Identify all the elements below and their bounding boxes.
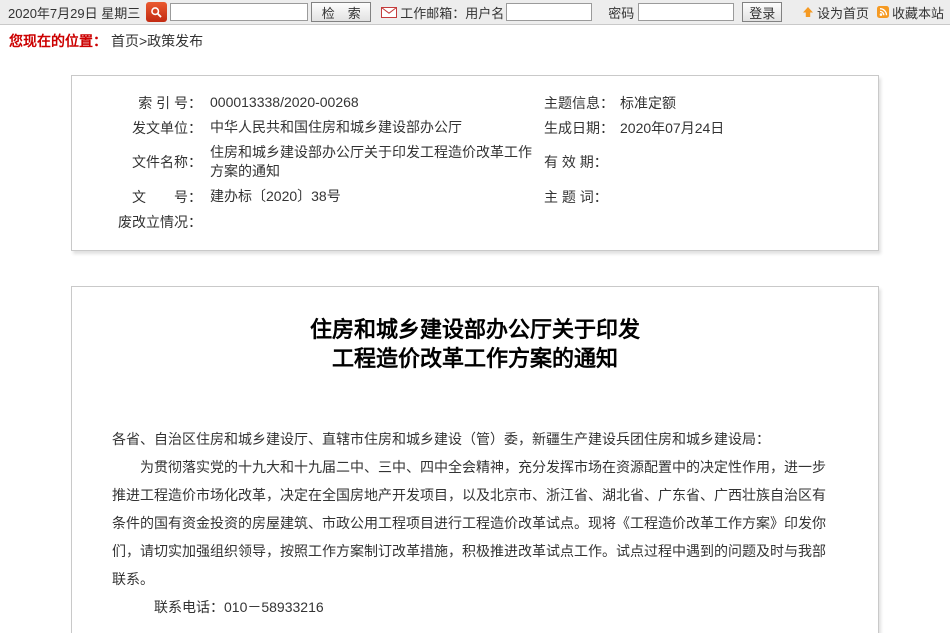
breadcrumb-path[interactable]: 首页>政策发布 (111, 31, 203, 51)
meta-right-column: 主题信息： 标准定额 生成日期： 2020年07月24日 有 效 期： 主 题 … (544, 90, 878, 234)
search-button[interactable]: 检 索 (311, 2, 371, 22)
meta-row-document-number: 文 号： 建办标〔2020〕38号 (72, 184, 544, 209)
search-input[interactable] (170, 3, 308, 21)
username-input[interactable] (506, 3, 592, 21)
password-input[interactable] (638, 3, 734, 21)
document-title-line2: 工程造价改革工作方案的通知 (112, 344, 838, 373)
set-home-link[interactable]: 设为首页 (802, 3, 869, 22)
document-content-box: 住房和城乡建设部办公厅关于印发 工程造价改革工作方案的通知 各省、自治区住房和城… (71, 286, 879, 633)
document-body: 各省、自治区住房和城乡建设厅、直辖市住房和城乡建设（管）委，新疆生产建设兵团住房… (112, 425, 838, 633)
favorite-link[interactable]: 收藏本站 (877, 3, 944, 22)
meta-label: 有 效 期： (544, 152, 608, 172)
document-title-line1: 住房和城乡建设部办公厅关于印发 (112, 315, 838, 344)
favorite-label: 收藏本站 (892, 3, 944, 22)
meta-row-issuing-unit: 发文单位： 中华人民共和国住房和城乡建设部办公厅 (72, 115, 544, 140)
meta-value: 标准定额 (614, 93, 676, 113)
contact-phone: 联系电话：010－58933216 (112, 593, 838, 621)
document-paragraph: 为贯彻落实党的十九大和十九届二中、三中、四中全会精神，充分发挥市场在资源配置中的… (112, 453, 838, 593)
breadcrumb-prefix: 您现在的位置： (9, 31, 107, 51)
meta-label: 主 题 词： (544, 187, 608, 207)
work-mail-label: 工作邮箱： (400, 3, 465, 22)
meta-value: 住房和城乡建设部办公厅关于印发工程造价改革工作方案的通知 (202, 143, 542, 181)
username-label: 用户名 (465, 3, 504, 22)
meta-row-validity: 有 效 期： (544, 140, 878, 184)
password-label: 密码 (608, 3, 634, 22)
bookmark-icon (877, 6, 889, 18)
meta-row-topic-info: 主题信息： 标准定额 (544, 90, 878, 115)
meta-left-column: 索 引 号： 000013338/2020-00268 发文单位： 中华人民共和… (72, 90, 544, 234)
meta-value: 2020年07月24日 (614, 118, 724, 138)
login-button[interactable]: 登录 (742, 2, 782, 22)
meta-value: 中华人民共和国住房和城乡建设部办公厅 (202, 118, 462, 137)
meta-row-keywords: 主 题 词： (544, 184, 878, 209)
page-body: 索 引 号： 000013338/2020-00268 发文单位： 中华人民共和… (0, 56, 950, 633)
meta-label: 文 号： (72, 187, 202, 207)
meta-row-index-number: 索 引 号： 000013338/2020-00268 (72, 90, 544, 115)
meta-row-document-name: 文件名称： 住房和城乡建设部办公厅关于印发工程造价改革工作方案的通知 (72, 140, 544, 184)
meta-label: 索 引 号： (72, 93, 202, 113)
document-salutation: 各省、自治区住房和城乡建设厅、直辖市住房和城乡建设（管）委，新疆生产建设兵团住房… (112, 425, 838, 453)
set-home-label: 设为首页 (817, 3, 869, 22)
meta-row-generate-date: 生成日期： 2020年07月24日 (544, 115, 878, 140)
meta-label: 生成日期： (544, 118, 614, 138)
top-bar: 2020年7月29日 星期三 检 索 工作邮箱： 用户名 密码 登录 设为首页 (0, 0, 950, 25)
document-title: 住房和城乡建设部办公厅关于印发 工程造价改革工作方案的通知 (112, 315, 838, 373)
search-icon[interactable] (146, 2, 167, 22)
meta-label: 发文单位： (72, 118, 202, 138)
meta-value: 建办标〔2020〕38号 (202, 187, 341, 206)
breadcrumb: 您现在的位置： 首页>政策发布 (0, 25, 950, 56)
current-date: 2020年7月29日 星期三 (8, 3, 140, 22)
document-meta-box: 索 引 号： 000013338/2020-00268 发文单位： 中华人民共和… (71, 75, 879, 251)
meta-label: 废改立情况： (72, 212, 202, 232)
meta-label: 主题信息： (544, 93, 614, 113)
home-arrow-icon (802, 6, 814, 18)
meta-row-repeal-status: 废改立情况： (72, 209, 544, 234)
meta-value: 000013338/2020-00268 (202, 93, 359, 112)
meta-label: 文件名称： (72, 152, 202, 172)
mail-icon (381, 7, 397, 18)
